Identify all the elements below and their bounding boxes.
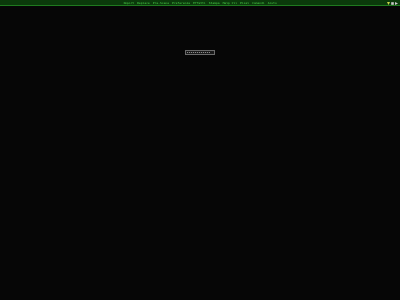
desktop-screen: Import Replace Pre-Scene Preferenze Effe… xyxy=(0,0,400,300)
window-controls xyxy=(387,1,398,5)
top-menu-bar: Import Replace Pre-Scene Preferenze Effe… xyxy=(0,0,400,6)
menu-item-help-cli[interactable]: Help Cli xyxy=(223,1,237,6)
menu-items: Import Replace Pre-Scene Preferenze Effe… xyxy=(0,0,400,6)
menu-item-pre-scene[interactable]: Pre-Scene xyxy=(153,1,169,6)
menu-item-effects[interactable]: Effetti xyxy=(193,1,206,6)
menu-item-commands[interactable]: Comandi xyxy=(252,1,265,6)
menu-item-import[interactable]: Import xyxy=(123,1,134,6)
menu-item-print[interactable]: Stampa xyxy=(209,1,220,6)
menu-item-help[interactable]: Aiuto xyxy=(268,1,277,6)
close-icon[interactable] xyxy=(395,1,398,5)
loading-progress-fill xyxy=(187,52,210,53)
minimize-icon[interactable] xyxy=(387,1,390,5)
menu-item-replace[interactable]: Replace xyxy=(137,1,150,6)
menu-item-pixel[interactable]: Pixel xyxy=(240,1,249,6)
maximize-icon[interactable] xyxy=(391,1,394,5)
loading-progress-bar xyxy=(185,50,215,55)
menu-item-preferences[interactable]: Preferenze xyxy=(172,1,190,6)
